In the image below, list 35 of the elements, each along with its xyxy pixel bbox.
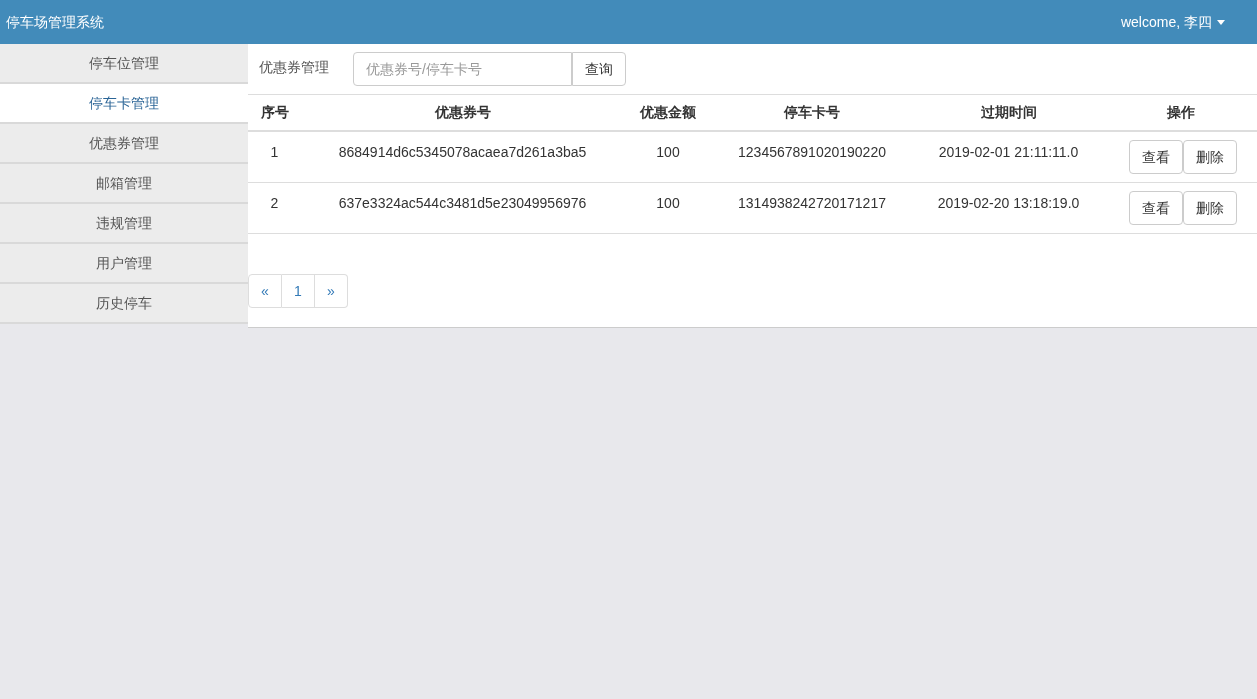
caret-icon xyxy=(1217,19,1225,25)
table-cell-text: 2019-02-20 13:18:19.0 xyxy=(937,194,1080,213)
sidebar-item[interactable]: 用户管理 xyxy=(0,244,248,284)
sidebar-item[interactable]: 优惠券管理 xyxy=(0,124,248,164)
sidebar-item[interactable]: 停车卡管理 xyxy=(0,84,248,124)
search-field[interactable]: 优惠券号/停车卡号 xyxy=(353,52,572,86)
column-header: 过期时间 xyxy=(980,103,1037,122)
column-header: 优惠券号 xyxy=(434,103,491,122)
view-button[interactable]: 查看 xyxy=(1129,191,1183,225)
table-cell-text: 1314938242720171217 xyxy=(738,194,886,213)
table-cell-text: 2019-02-01 21:11:11.0 xyxy=(938,143,1079,162)
column-header: 停车卡号 xyxy=(784,103,840,122)
sidebar-item[interactable]: 历史停车 xyxy=(0,284,248,324)
column-header: 序号 xyxy=(260,103,289,122)
column-header: 优惠金额 xyxy=(640,103,696,122)
table-cell-text: 637e3324ac544c3481d5e23049956976 xyxy=(338,194,587,213)
sidebar-item[interactable]: 停车位管理 xyxy=(0,44,248,84)
app-title: 停车场管理系统 xyxy=(6,12,104,32)
table-cell-text: 100 xyxy=(656,194,680,213)
next-page-link[interactable]: » xyxy=(315,274,348,308)
column-header: 操作 xyxy=(1167,103,1195,122)
sidebar-item[interactable]: 违规管理 xyxy=(0,204,248,244)
section-label: 优惠券管理 xyxy=(259,57,330,77)
table-cell-text: 1234567891020190220 xyxy=(738,143,886,162)
page-link[interactable]: 1 xyxy=(282,274,315,308)
table-cell-text: 2 xyxy=(270,194,279,213)
view-button[interactable]: 查看 xyxy=(1129,140,1183,174)
query-button[interactable]: 查询 xyxy=(572,52,626,86)
user-menu[interactable]: welcome, 李四 xyxy=(1120,11,1225,33)
sidebar-item[interactable]: 邮箱管理 xyxy=(0,164,248,204)
table-cell-text: 8684914d6c5345078acaea7d261a3ba5 xyxy=(338,143,587,162)
table-cell-text: 1 xyxy=(270,143,279,162)
delete-button[interactable]: 删除 xyxy=(1183,191,1237,225)
delete-button[interactable]: 删除 xyxy=(1183,140,1237,174)
table-cell-text: 100 xyxy=(656,143,680,162)
